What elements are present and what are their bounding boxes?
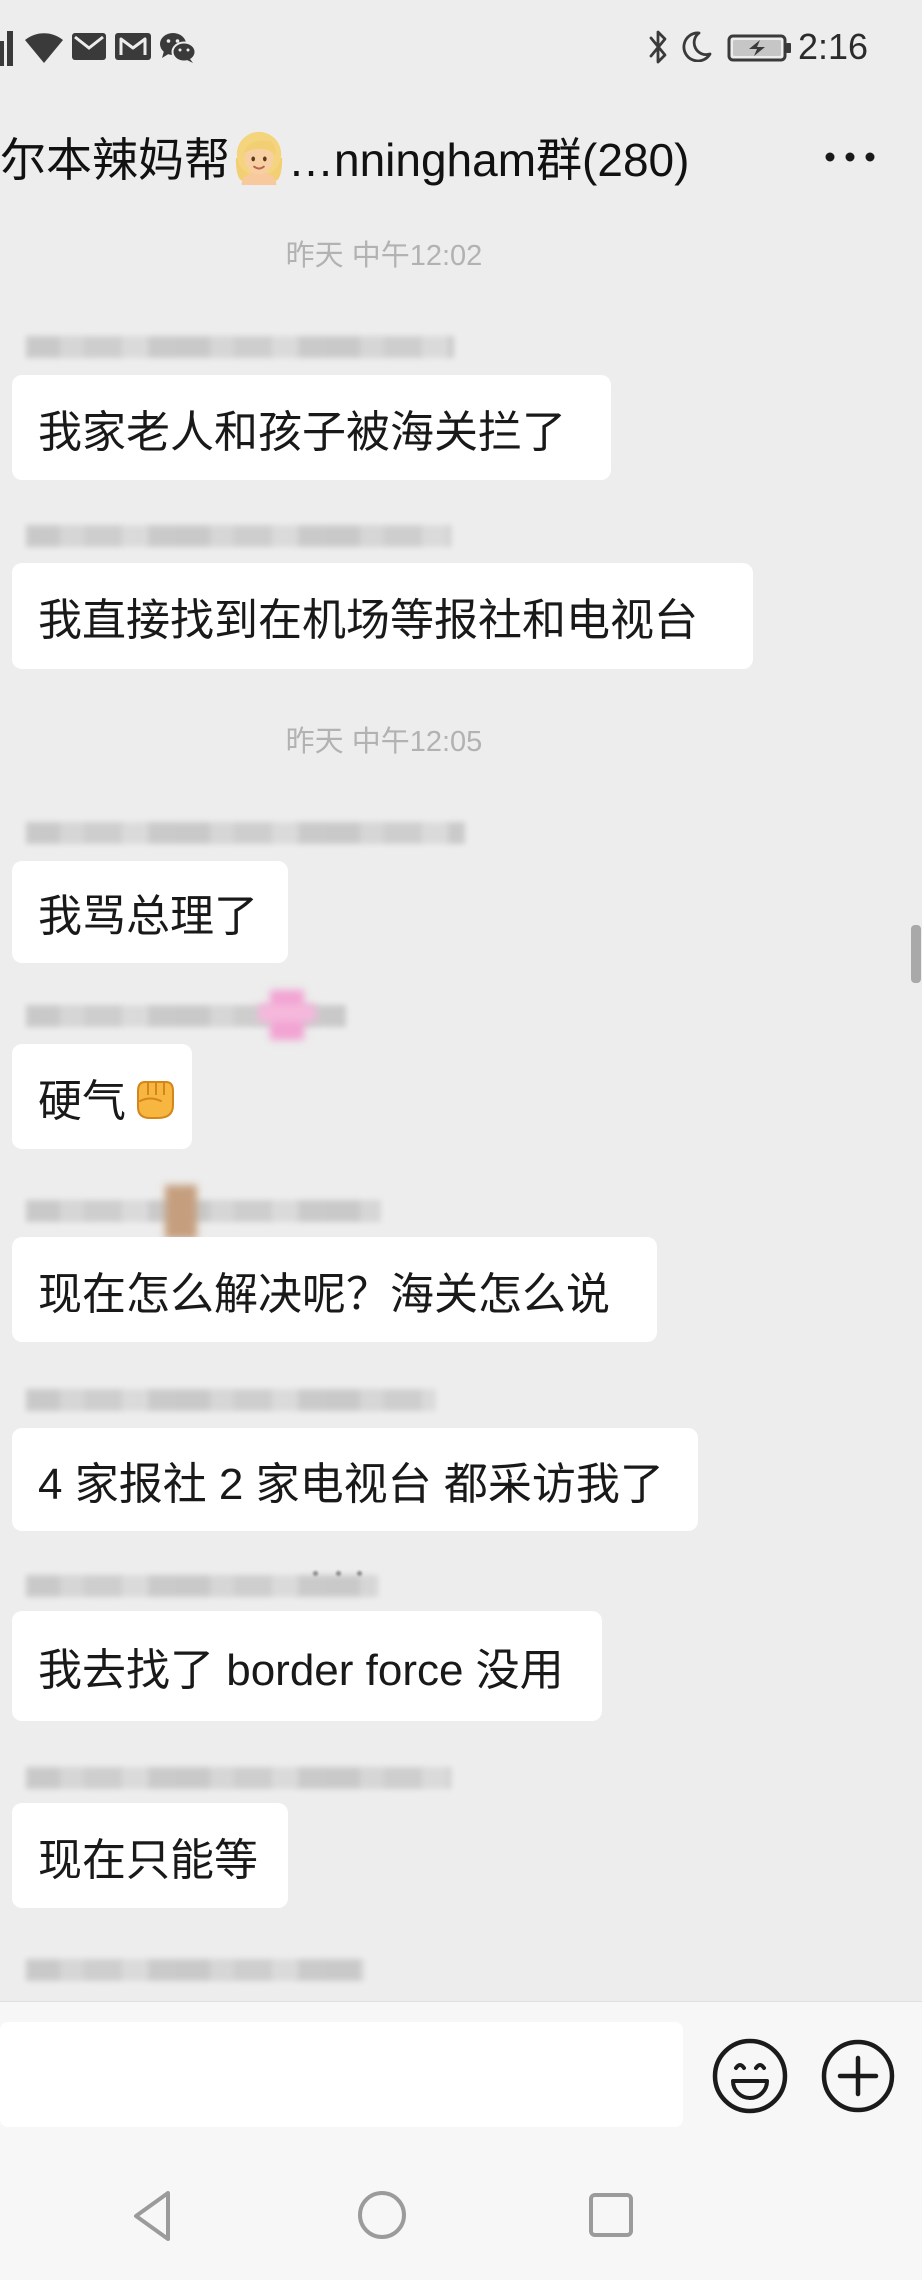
recent-apps-square-icon[interactable] [588, 2192, 634, 2238]
timestamp: 昨天 中午12:02 [285, 240, 483, 272]
blurred-sender-name [26, 1575, 378, 1597]
message-bubble[interactable]: 现在只能等 [12, 1803, 288, 1908]
message-bubble[interactable]: 4 家报社 2 家电视台 都采访我了 [12, 1428, 698, 1531]
input-bar [0, 2001, 922, 2145]
more-dots-icon [825, 152, 875, 162]
group-title: 尔本辣妈帮 …nningham群(280) [0, 119, 689, 195]
message-bubble[interactable]: 我去找了 border force 没用 [12, 1611, 602, 1721]
chat-header: 尔本辣妈帮 …nningham群(280) [0, 95, 922, 215]
message-bubble[interactable]: 我家老人和孩子被海关拦了 [12, 375, 611, 480]
message-text: 硬气 [38, 1076, 126, 1126]
blurred-emoji-blob [165, 1185, 197, 1239]
status-bar: 2:16 [0, 0, 922, 95]
home-circle-icon[interactable] [356, 2189, 408, 2241]
blurred-sender-name [26, 1389, 436, 1411]
blurred-sender-name [26, 1767, 451, 1789]
blurred-sender-name [26, 1959, 364, 1981]
group-title-prefix: 尔本辣妈帮 [0, 134, 230, 186]
blurred-dot [313, 1571, 318, 1576]
blurred-emoji-blob [258, 1004, 316, 1022]
message-text: 4 家报社 2 家电视台 都采访我了 [38, 1459, 664, 1509]
blurred-sender-name [26, 1200, 381, 1222]
bluetooth-icon [649, 30, 667, 64]
gmail-icon [115, 33, 151, 60]
blurred-dot [357, 1571, 362, 1576]
message-text: 我去找了 border force 没用 [38, 1646, 564, 1695]
message-input[interactable] [0, 2022, 683, 2127]
group-title-suffix: …nningham群(280) [288, 134, 690, 186]
message-text: 我骂总理了 [38, 892, 258, 941]
message-text: 现在怎么解决呢？海关怎么说 [38, 1269, 610, 1319]
battery-charging-icon [727, 34, 791, 62]
system-nav-bar [0, 2145, 922, 2280]
more-options-button[interactable] [818, 130, 882, 184]
raised-fist-emoji-icon [137, 1080, 174, 1119]
message-bubble[interactable]: 我骂总理了 [12, 861, 288, 963]
message-bubble[interactable]: 现在怎么解决呢？海关怎么说 [12, 1237, 657, 1342]
scrollbar-thumb[interactable] [911, 925, 921, 983]
blurred-sender-name [26, 336, 454, 358]
status-time: 2:16 [798, 26, 869, 67]
signal-icon [0, 31, 13, 66]
woman-blond-hair-emoji-icon [235, 131, 283, 185]
mail-icon [72, 33, 106, 60]
message-bubble[interactable]: 硬气 [12, 1044, 192, 1149]
timestamp: 昨天 中午12:05 [285, 726, 483, 758]
wechat-icon [160, 33, 197, 63]
emoji-face-icon[interactable] [711, 2037, 789, 2115]
blurred-sender-name [26, 525, 451, 547]
do-not-disturb-moon-icon [682, 31, 712, 62]
blurred-dot [336, 1571, 341, 1576]
message-text: 我直接找到在机场等报社和电视台 [38, 596, 698, 645]
back-triangle-icon[interactable] [128, 2189, 178, 2243]
message-text: 现在只能等 [38, 1835, 258, 1885]
message-text: 我家老人和孩子被海关拦了 [38, 407, 566, 457]
message-bubble[interactable]: 我直接找到在机场等报社和电视台 [12, 563, 753, 669]
wechat-group-chat-screen: 2:16 尔本辣妈帮 …nningham群(280) 昨天 中午12:02 我家… [0, 0, 922, 2280]
blurred-sender-name [26, 822, 465, 844]
wifi-icon [25, 33, 63, 63]
plus-circle-icon[interactable] [820, 2038, 896, 2114]
